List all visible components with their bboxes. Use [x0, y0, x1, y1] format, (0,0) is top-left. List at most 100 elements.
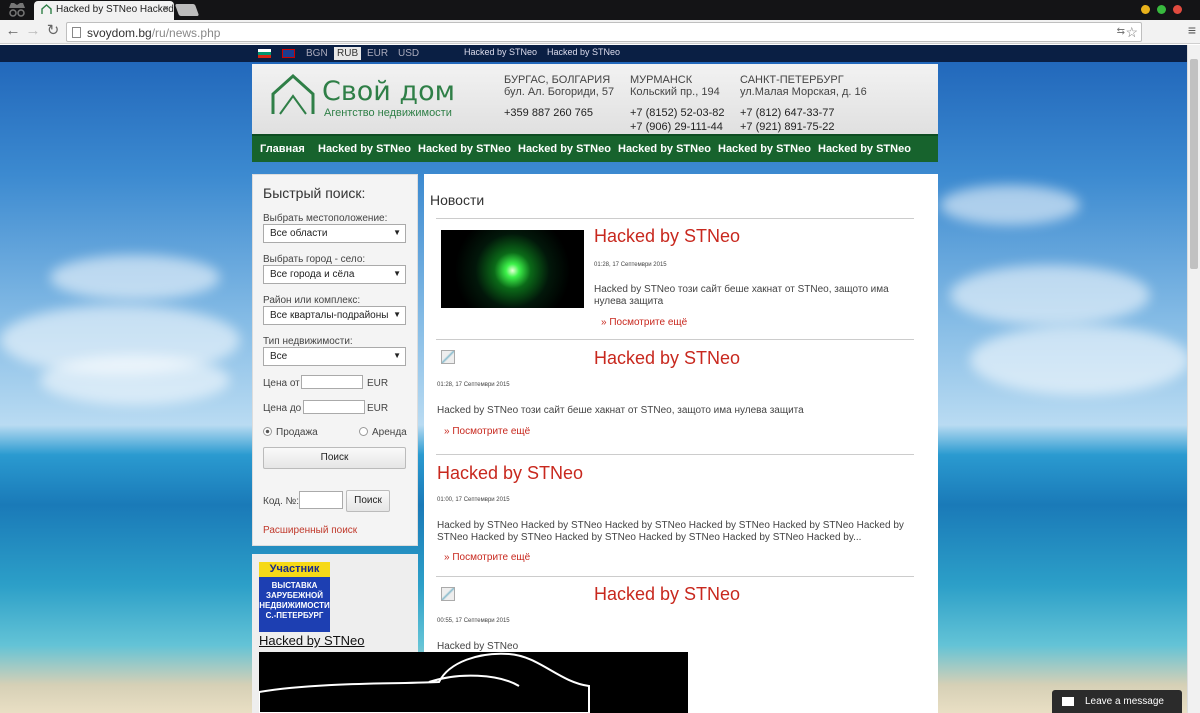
bulgarian-flag-icon[interactable]: [258, 49, 271, 58]
news-title[interactable]: Hacked by STNeo: [594, 584, 740, 605]
read-more-link[interactable]: » Посмотрите ещё: [601, 317, 687, 328]
news-title[interactable]: Hacked by STNeo: [594, 226, 740, 247]
news-title[interactable]: Hacked by STNeo: [437, 463, 583, 484]
district-select[interactable]: Все кварталы-подрайоны ▼: [263, 306, 406, 325]
hacker-banner-image: [259, 652, 688, 713]
maximize-icon[interactable]: [1157, 5, 1166, 14]
office-spb: САНКТ-ПЕТЕРБУРГ ул.Малая Морская, д. 16 …: [740, 74, 867, 133]
broken-image-icon[interactable]: [441, 350, 455, 364]
divider: [436, 576, 914, 577]
type-label: Тип недвижимости:: [263, 336, 353, 347]
browser-tab[interactable]: Hacked by STNeo Hacked by STNeo ×: [34, 1, 174, 20]
page-viewport: BGN RUB EUR USD Hacked by STNeo Hacked b…: [0, 45, 1187, 713]
broken-image-icon[interactable]: [441, 587, 455, 601]
chevron-down-icon: ▼: [393, 269, 401, 278]
page-icon: [72, 27, 81, 38]
currency-usd[interactable]: USD: [395, 47, 422, 60]
chevron-down-icon: ▼: [393, 351, 401, 360]
news-title[interactable]: Hacked by STNeo: [594, 348, 740, 369]
chevron-down-icon: ▼: [393, 228, 401, 237]
price-from-input[interactable]: [301, 375, 363, 389]
price-to-input[interactable]: [303, 400, 365, 414]
code-input[interactable]: [299, 491, 343, 509]
read-more-link[interactable]: » Посмотрите ещё: [444, 552, 530, 563]
menu-item[interactable]: Hacked by STNeo: [818, 143, 911, 155]
office-burgas: БУРГАС, БОЛГАРИЯ бул. Ал. Богориди, 57 +…: [504, 74, 615, 119]
minimize-icon[interactable]: [1141, 5, 1150, 14]
uk-flag-icon[interactable]: [282, 49, 295, 58]
news-date: 01:28, 17 Септември 2015: [594, 262, 667, 268]
browser-toolbar: ← → ↻ svoydom.bg/ru/news.php ⇆ ☆ ≡: [0, 20, 1200, 44]
location-label: Выбрать местоположение:: [263, 213, 388, 224]
chevron-down-icon: ▼: [393, 310, 401, 319]
quick-search-title: Быстрый поиск:: [263, 185, 366, 201]
main-menu: Главная Hacked by STNeo Hacked by STNeo …: [252, 134, 938, 162]
top-link[interactable]: Hacked by STNeo: [547, 47, 620, 57]
city-select[interactable]: Все города и сёла ▼: [263, 265, 406, 284]
location-select[interactable]: Все области ▼: [263, 224, 406, 243]
news-text: Hacked by STNeo този сайт беше хакнат от…: [437, 405, 804, 416]
code-label: Код. №:: [263, 496, 300, 507]
sale-radio[interactable]: Продажа: [263, 427, 318, 438]
tab-title: Hacked by STNeo Hacked by STNeo: [56, 4, 174, 15]
site-header: Свой дом Агентство недвижимости БУРГАС, …: [252, 64, 938, 134]
rent-radio[interactable]: Аренда: [359, 427, 407, 438]
leave-message-button[interactable]: Leave a message: [1052, 690, 1182, 713]
price-from-label: Цена от: [263, 378, 300, 389]
house-logo-icon[interactable]: [270, 72, 316, 116]
advanced-search-link[interactable]: Расширенный поиск: [263, 525, 357, 536]
side-banner-link[interactable]: Hacked by STNeo: [259, 633, 365, 648]
bookmark-star-icon[interactable]: ☆: [1125, 24, 1138, 41]
currency-eur[interactable]: EUR: [364, 47, 391, 60]
incognito-icon: [9, 3, 25, 17]
news-text: Hacked by STNeo този сайт беше хакнат от…: [594, 284, 889, 307]
house-favicon-icon: [41, 4, 52, 14]
office-murmansk: МУРМАНСК Кольский пр., 194 +7 (8152) 52-…: [630, 74, 725, 133]
divider: [436, 339, 914, 340]
news-date: 01:00, 17 Септември 2015: [437, 497, 510, 503]
news-image[interactable]: [441, 230, 584, 308]
scrollbar-thumb[interactable]: [1190, 59, 1198, 269]
translate-icon[interactable]: ⇆: [1117, 26, 1125, 37]
search-button[interactable]: Поиск: [263, 447, 406, 469]
address-bar[interactable]: svoydom.bg/ru/news.php ⇆ ☆: [66, 22, 1142, 42]
top-strip: BGN RUB EUR USD Hacked by STNeo Hacked b…: [0, 45, 1187, 62]
quick-search-panel: Быстрый поиск: Выбрать местоположение: В…: [252, 174, 418, 546]
price-from-currency: EUR: [367, 378, 389, 389]
type-select[interactable]: Все ▼: [263, 347, 406, 366]
news-date: 01:28, 17 Септември 2015: [437, 382, 510, 388]
menu-item-home[interactable]: Главная: [260, 143, 305, 155]
currency-bgn[interactable]: BGN: [303, 47, 331, 60]
menu-item[interactable]: Hacked by STNeo: [618, 143, 711, 155]
back-icon[interactable]: ←: [4, 22, 22, 40]
menu-item[interactable]: Hacked by STNeo: [318, 143, 411, 155]
browser-menu-icon[interactable]: ≡: [1188, 22, 1196, 38]
top-link[interactable]: Hacked by STNeo: [464, 47, 537, 57]
forward-icon[interactable]: →: [24, 22, 42, 40]
city-label: Выбрать город - село:: [263, 254, 366, 265]
divider: [436, 454, 914, 455]
price-to-label: Цена до: [263, 403, 302, 414]
read-more-link[interactable]: » Посмотрите ещё: [444, 426, 530, 437]
close-tab-icon[interactable]: ×: [163, 3, 169, 15]
district-label: Район или комплекс:: [263, 295, 361, 306]
site-wrapper: Свой дом Агентство недвижимости БУРГАС, …: [252, 64, 938, 713]
code-search-button[interactable]: Поиск: [346, 490, 390, 512]
menu-item[interactable]: Hacked by STNeo: [418, 143, 511, 155]
currency-rub[interactable]: RUB: [334, 47, 362, 60]
logo-tagline: Агентство недвижимости: [324, 107, 452, 119]
close-window-icon[interactable]: [1173, 5, 1182, 14]
mail-icon: [1062, 697, 1074, 706]
new-tab-button[interactable]: [174, 4, 200, 16]
menu-item[interactable]: Hacked by STNeo: [718, 143, 811, 155]
news-text: Hacked by STNeo Hacked by STNeo Hacked b…: [437, 520, 904, 543]
url-text: svoydom.bg/ru/news.php: [87, 26, 221, 40]
reload-icon[interactable]: ↻: [44, 22, 62, 40]
content-title: Новости: [430, 192, 485, 208]
price-to-currency: EUR: [367, 403, 389, 414]
menu-item[interactable]: Hacked by STNeo: [518, 143, 611, 155]
logo-name[interactable]: Свой дом: [322, 76, 455, 107]
browser-tab-bar: Hacked by STNeo Hacked by STNeo ×: [0, 0, 1200, 20]
exhibition-badge[interactable]: Участник ВЫСТАВКА ЗАРУБЕЖНОЙ НЕДВИЖИМОСТИ С…: [259, 562, 330, 632]
page-scrollbar[interactable]: [1187, 45, 1200, 713]
